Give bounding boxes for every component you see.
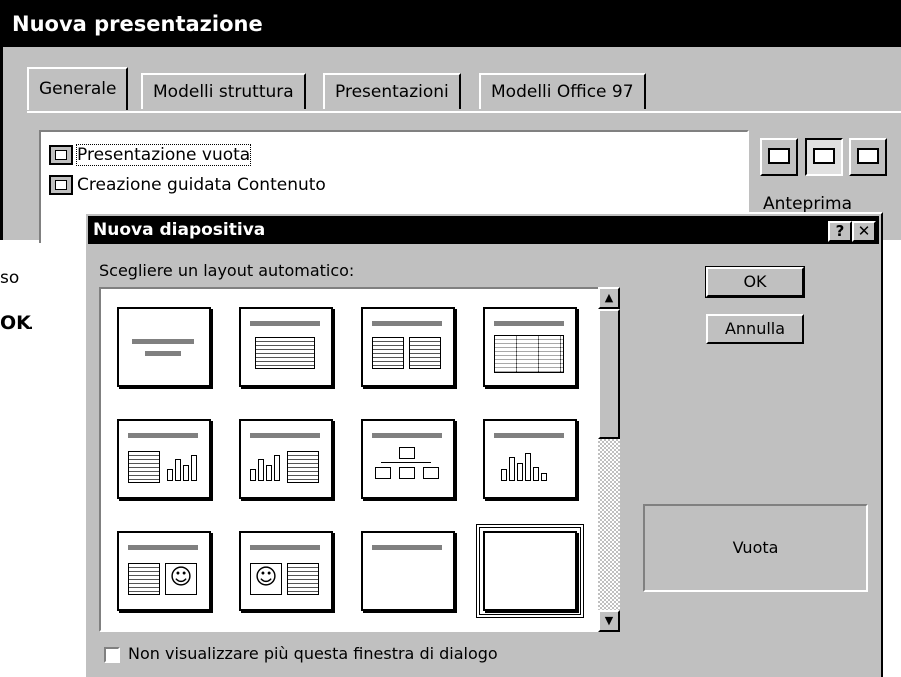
tab-modelli-struttura[interactable]: Modelli struttura: [141, 73, 306, 109]
tab-generale[interactable]: Generale: [27, 67, 129, 110]
layout-text-and-chart[interactable]: [117, 419, 211, 499]
layout-preview: Vuota: [643, 504, 868, 592]
layout-org-chart[interactable]: [361, 419, 455, 499]
ok-button[interactable]: OK: [705, 266, 805, 298]
new-presentation-dialog: Nuova presentazione Generale Modelli str…: [0, 0, 901, 243]
tab-presentazioni[interactable]: Presentazioni: [323, 73, 461, 109]
new-presentation-title: Nuova presentazione: [3, 3, 901, 47]
layout-text-and-clip-art[interactable]: ☺: [117, 531, 211, 611]
layout-chart[interactable]: [483, 419, 577, 499]
side-text-period: .: [28, 312, 35, 334]
dont-show-again-label: Non visualizzare più questa finestra di …: [128, 644, 498, 663]
list-view-button[interactable]: [805, 138, 843, 176]
clip-art-icon: ☺: [165, 563, 197, 595]
layout-title[interactable]: [117, 307, 211, 387]
layout-two-column-text[interactable]: [361, 307, 455, 387]
tab-divider: [27, 111, 901, 113]
dialog-title: Nuova diapositiva: [88, 216, 879, 244]
preview-group-label: Anteprima: [763, 194, 853, 214]
details-view-button[interactable]: [849, 138, 887, 176]
scroll-down-button[interactable]: ▼: [598, 610, 620, 632]
layout-clip-art-and-text[interactable]: ☺: [239, 531, 333, 611]
dont-show-again-row[interactable]: Non visualizzare più questa finestra di …: [104, 644, 498, 663]
side-text-bold: OK: [0, 312, 31, 334]
large-icons-view-icon: [768, 148, 790, 164]
side-text-fragment: so: [0, 268, 20, 288]
presentation-icon: [49, 145, 73, 165]
list-item-label: Creazione guidata Contenuto: [77, 175, 326, 195]
dont-show-again-checkbox[interactable]: [104, 646, 120, 663]
close-button[interactable]: ✕: [852, 221, 876, 242]
layout-bulleted-list[interactable]: [239, 307, 333, 387]
tab-modelli-office-97[interactable]: Modelli Office 97: [479, 73, 646, 109]
new-slide-dialog: Nuova diapositiva ? ✕ Scegliere un layou…: [84, 212, 883, 677]
layout-chart-and-text[interactable]: [239, 419, 333, 499]
layout-grid[interactable]: ☺ ☺: [99, 287, 598, 632]
list-item-creazione-guidata[interactable]: Creazione guidata Contenuto: [49, 172, 326, 198]
list-item-label: Presentazione vuota: [75, 144, 252, 166]
details-view-icon: [857, 148, 879, 164]
layout-label: Scegliere un layout automatico:: [99, 261, 355, 280]
scroll-up-button[interactable]: ▲: [598, 287, 620, 309]
list-item-presentazione-vuota[interactable]: Presentazione vuota: [49, 142, 252, 168]
scroll-up-icon: ▲: [604, 291, 614, 304]
layout-blank[interactable]: [476, 524, 584, 618]
help-button[interactable]: ?: [828, 221, 852, 242]
layout-title-only[interactable]: [361, 531, 455, 611]
layout-table[interactable]: [483, 307, 577, 387]
clip-art-icon: ☺: [250, 563, 282, 595]
layout-scrollbar[interactable]: ▲ ▼: [598, 287, 620, 632]
scroll-thumb[interactable]: [598, 309, 620, 439]
scroll-down-icon: ▼: [604, 614, 614, 627]
list-view-icon: [813, 148, 835, 164]
wizard-icon: [49, 175, 73, 195]
large-icons-view-button[interactable]: [760, 138, 798, 176]
cancel-button[interactable]: Annulla: [706, 314, 804, 344]
